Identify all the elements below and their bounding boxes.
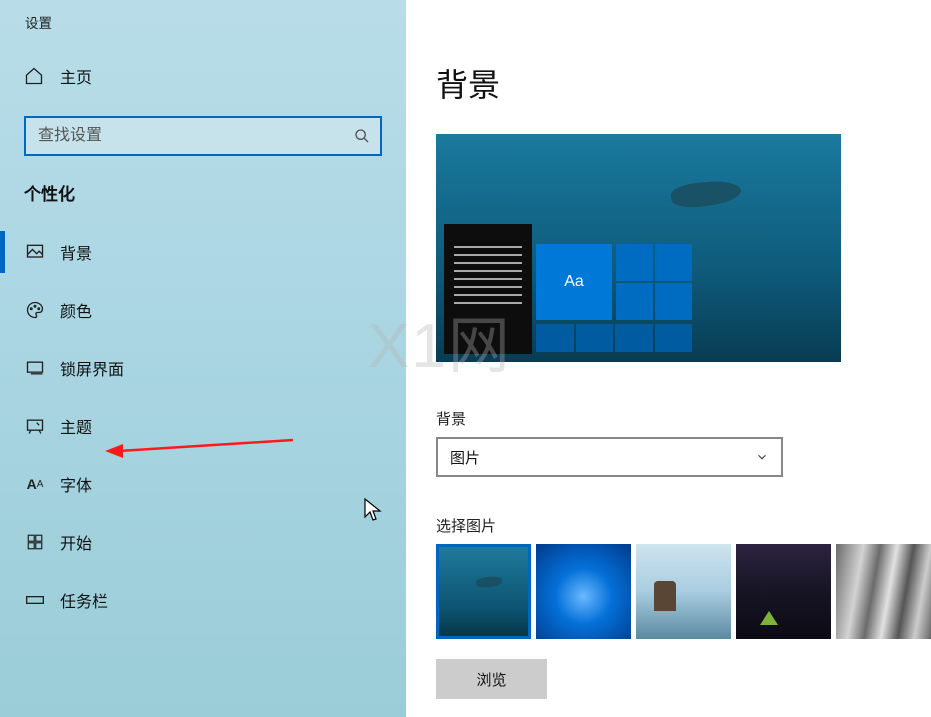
- sidebar-item-label: 任务栏: [60, 588, 108, 612]
- home-link[interactable]: 主页: [0, 54, 406, 98]
- background-type-dropdown[interactable]: 图片: [436, 437, 783, 477]
- sidebar-item-start[interactable]: 开始: [0, 513, 406, 571]
- background-field-label: 背景: [436, 408, 931, 429]
- browse-button[interactable]: 浏览: [436, 659, 547, 699]
- app-title: 设置: [0, 12, 406, 54]
- sidebar-item-label: 开始: [60, 530, 92, 554]
- search-icon: [354, 128, 370, 144]
- sidebar-item-label: 字体: [60, 472, 92, 496]
- thumbnail-1[interactable]: [436, 544, 531, 639]
- choose-image-label: 选择图片: [436, 515, 931, 536]
- preview-tile-sample: Aa: [536, 244, 612, 320]
- thumbnail-5[interactable]: [836, 544, 931, 639]
- lockscreen-icon: [24, 357, 46, 379]
- taskbar-icon: [24, 589, 46, 611]
- image-thumbnails: [436, 544, 931, 639]
- dropdown-value: 图片: [450, 447, 480, 468]
- desktop-preview: Aa: [436, 134, 841, 362]
- start-icon: [24, 531, 46, 553]
- sidebar-item-colors[interactable]: 颜色: [0, 281, 406, 339]
- thumbnail-3[interactable]: [636, 544, 731, 639]
- sidebar-item-themes[interactable]: 主题: [0, 397, 406, 455]
- section-title: 个性化: [0, 180, 406, 223]
- preview-image-content: [670, 178, 742, 209]
- chevron-down-icon: [755, 450, 769, 464]
- preview-start-mock: Aa: [444, 224, 694, 354]
- themes-icon: [24, 415, 46, 437]
- thumbnail-2[interactable]: [536, 544, 631, 639]
- fonts-icon: AA: [24, 473, 46, 495]
- sidebar-item-background[interactable]: 背景: [0, 223, 406, 281]
- sidebar-item-label: 背景: [60, 240, 92, 264]
- sidebar-item-label: 主题: [60, 414, 92, 438]
- page-heading: 背景: [436, 60, 931, 106]
- sidebar: 设置 主页 个性化 背景 颜色 锁屏界面 主题: [0, 0, 406, 717]
- main-content: 背景 Aa 背景 图片 选择图片 浏览: [406, 0, 931, 717]
- home-label: 主页: [60, 64, 92, 88]
- sidebar-item-lockscreen[interactable]: 锁屏界面: [0, 339, 406, 397]
- image-icon: [24, 241, 46, 263]
- search-wrap: [24, 116, 382, 156]
- home-icon: [24, 66, 44, 86]
- thumbnail-4[interactable]: [736, 544, 831, 639]
- palette-icon: [24, 299, 46, 321]
- sidebar-item-taskbar[interactable]: 任务栏: [0, 571, 406, 629]
- search-input[interactable]: [24, 116, 382, 156]
- sidebar-item-fonts[interactable]: AA 字体: [0, 455, 406, 513]
- sidebar-item-label: 颜色: [60, 298, 92, 322]
- sidebar-item-label: 锁屏界面: [60, 356, 124, 380]
